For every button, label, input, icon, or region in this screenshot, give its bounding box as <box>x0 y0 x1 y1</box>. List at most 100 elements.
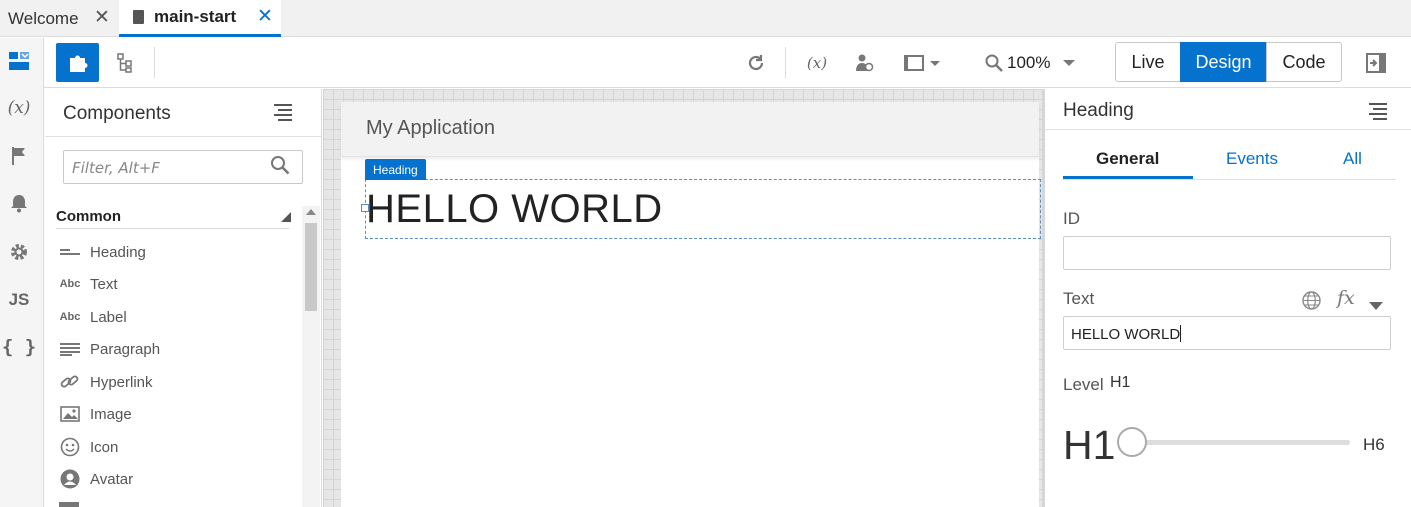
section-header-common[interactable]: Common <box>56 208 121 225</box>
id-field[interactable] <box>1063 236 1391 270</box>
globe-icon[interactable] <box>1302 291 1321 315</box>
code-mode-button[interactable]: Code <box>1266 42 1342 82</box>
text-icon: Abc <box>59 278 81 290</box>
json-icon[interactable]: { } <box>0 336 38 358</box>
app-header[interactable]: My Application <box>341 102 1039 157</box>
fx-variables-icon: (x) <box>806 54 828 72</box>
search-icon[interactable] <box>270 155 290 180</box>
left-icon-rail: (x) JS { } <box>0 38 44 507</box>
heading-component[interactable]: HELLO WORLD <box>366 187 663 232</box>
item-label: Hyperlink <box>90 373 153 391</box>
designer-toolbar: (x) 100% Live Design Code <box>44 38 1411 88</box>
paragraph-icon <box>59 340 81 358</box>
item-label: Label <box>90 308 127 326</box>
tab-general[interactable]: General <box>1096 149 1159 169</box>
text-field[interactable]: HELLO WORLD <box>1063 316 1391 350</box>
label-icon: Abc <box>59 311 81 323</box>
text-cursor <box>1180 325 1182 342</box>
refresh-icon[interactable] <box>744 51 768 75</box>
javascript-icon[interactable]: JS <box>0 290 38 310</box>
divider <box>1045 129 1411 130</box>
bell-icon[interactable] <box>0 193 38 218</box>
filter-input[interactable]: Filter, Alt+F <box>63 150 303 184</box>
component-item-image[interactable]: Image <box>59 403 132 425</box>
scroll-up-arrow[interactable] <box>306 209 316 215</box>
level-label: Level <box>1063 375 1104 394</box>
components-toggle-button[interactable] <box>56 43 99 82</box>
avatar-icon <box>59 469 81 489</box>
divider <box>56 228 289 229</box>
image-icon <box>59 405 81 423</box>
menu-icon[interactable] <box>1369 103 1387 123</box>
active-tab-indicator <box>1063 176 1193 179</box>
heading-icon <box>59 243 81 261</box>
editor-tab-bar: Welcome ✕ main-start ✕ <box>0 0 1411 37</box>
item-label: Image <box>90 405 132 423</box>
tab-main-start[interactable]: main-start ✕ <box>119 0 281 37</box>
components-title: Components <box>63 103 171 124</box>
mode-label: Live <box>1131 51 1165 72</box>
tab-welcome[interactable]: Welcome ✕ <box>0 0 119 37</box>
component-item-heading[interactable]: Heading <box>59 241 146 263</box>
toolbar-divider <box>154 47 155 78</box>
slider-min-label: H1 <box>1063 422 1116 468</box>
component-item-hyperlink[interactable]: Hyperlink <box>59 371 153 393</box>
text-field-value: HELLO WORLD <box>1071 326 1181 343</box>
user-roles-icon[interactable] <box>852 51 876 75</box>
chevron-down-icon <box>1063 60 1076 66</box>
live-mode-button[interactable]: Live <box>1115 42 1181 82</box>
component-item-text[interactable]: Abc Text <box>59 273 118 295</box>
mode-label: Design <box>1195 51 1252 72</box>
divider <box>45 136 322 137</box>
menu-icon[interactable] <box>274 104 292 124</box>
viewport-size-dropdown[interactable] <box>900 51 944 75</box>
tabs-baseline <box>1063 179 1396 180</box>
id-label: ID <box>1063 209 1080 228</box>
icon-icon <box>59 437 81 457</box>
link-icon <box>59 373 81 391</box>
zoom-select[interactable]: 100% <box>1007 51 1097 75</box>
properties-title: Heading <box>1063 100 1134 121</box>
properties-panel: Heading General Events All ID Text fx HE… <box>1042 89 1411 507</box>
tab-events[interactable]: Events <box>1226 149 1278 169</box>
structure-icon[interactable] <box>114 52 136 74</box>
app-page[interactable] <box>341 102 1039 507</box>
puzzle-icon <box>69 55 87 72</box>
item-label: Paragraph <box>90 340 161 358</box>
flag-icon[interactable] <box>0 146 38 171</box>
zoom-icon[interactable] <box>983 51 1005 75</box>
variables-icon[interactable]: (x) <box>0 98 38 118</box>
toolbar-divider <box>785 47 786 78</box>
partial-item-icon <box>59 502 79 507</box>
level-slider-thumb[interactable] <box>1117 427 1147 457</box>
component-item-paragraph[interactable]: Paragraph <box>59 338 160 360</box>
text-label: Text <box>1063 289 1095 308</box>
design-mode-button[interactable]: Design <box>1180 42 1267 82</box>
variables-button[interactable]: (x) <box>803 51 831 75</box>
component-item-avatar[interactable]: Avatar <box>59 468 133 490</box>
properties-panel-toggle-icon[interactable] <box>1364 51 1388 75</box>
item-label: Text <box>90 275 118 293</box>
collapse-icon[interactable] <box>281 212 291 222</box>
item-label: Icon <box>90 438 119 456</box>
chevron-down-icon[interactable] <box>1368 298 1384 316</box>
gear-icon[interactable] <box>0 242 38 267</box>
fx-icon[interactable]: fx <box>1337 287 1355 309</box>
selection-badge[interactable]: Heading <box>365 159 426 180</box>
file-icon <box>133 10 144 24</box>
mode-label: Code <box>1282 51 1326 72</box>
level-value: H1 <box>1110 374 1131 391</box>
scrollbar-thumb[interactable] <box>305 223 317 311</box>
component-item-icon[interactable]: Icon <box>59 436 118 458</box>
tab-label: Welcome <box>8 8 79 28</box>
slider-max-label: H6 <box>1363 435 1385 454</box>
tab-label: main-start <box>154 7 237 26</box>
item-label: Avatar <box>90 470 134 488</box>
component-item-label[interactable]: Abc Label <box>59 306 127 328</box>
close-icon[interactable]: ✕ <box>257 5 273 28</box>
page-designer-icon[interactable] <box>0 50 38 77</box>
components-panel: Components Filter, Alt+F Common Heading … <box>45 89 322 507</box>
tab-all[interactable]: All <box>1343 149 1362 169</box>
level-slider-track[interactable] <box>1135 440 1350 445</box>
close-icon[interactable]: ✕ <box>94 6 110 29</box>
